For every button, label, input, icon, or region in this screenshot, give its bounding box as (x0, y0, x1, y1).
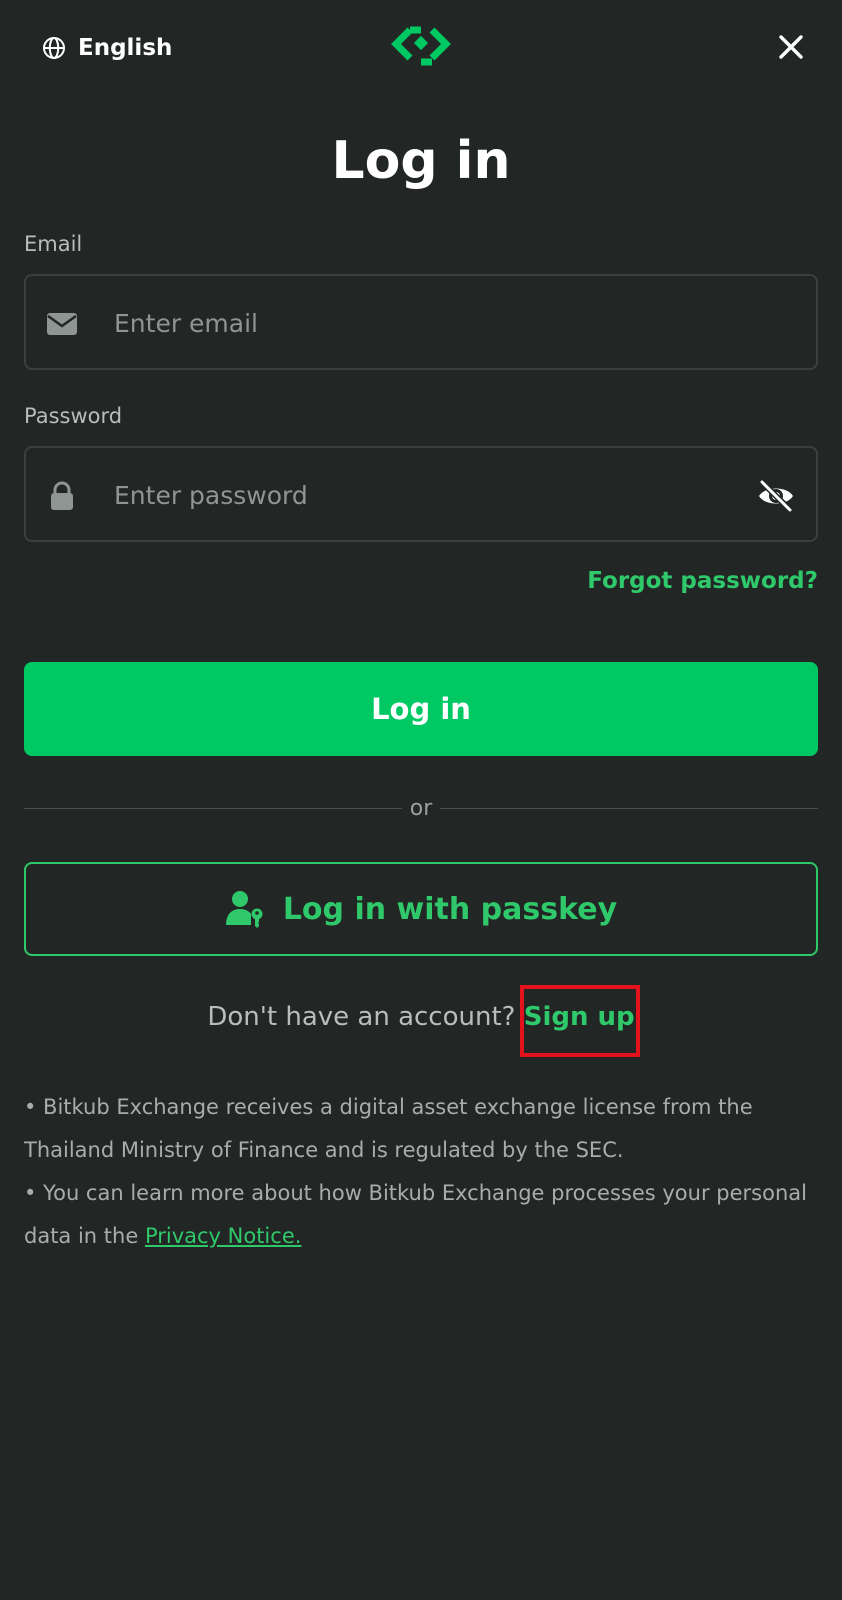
signup-highlight-box (520, 985, 640, 1057)
bitkub-logo-icon (391, 26, 451, 66)
forgot-password-link[interactable]: Forgot password? (587, 568, 818, 594)
signup-prompt: Don't have an account? (207, 1002, 516, 1032)
language-selector[interactable]: English (42, 34, 172, 62)
passkey-button-label: Log in with passkey (282, 891, 618, 927)
close-icon[interactable] (776, 32, 806, 62)
login-button[interactable]: Log in (24, 662, 818, 756)
privacy-notice-link[interactable]: Privacy Notice. (145, 1224, 301, 1248)
user-key-icon (225, 891, 263, 928)
email-input[interactable] (112, 276, 736, 370)
eye-off-icon[interactable] (756, 476, 796, 516)
login-button-label: Log in (371, 692, 471, 726)
privacy-notice-text: • You can learn more about how Bitkub Ex… (24, 1172, 824, 1258)
login-screen: English Log in Email Password (0, 0, 842, 1600)
signup-row: Don't have an account? Sign up (0, 1002, 842, 1032)
page-title: Log in (331, 131, 511, 191)
language-label: English (78, 35, 173, 61)
license-notice: • Bitkub Exchange receives a digital ass… (24, 1095, 753, 1162)
privacy-notice-prefix: • You can learn more about how Bitkub Ex… (24, 1181, 807, 1248)
email-label: Email (24, 232, 83, 256)
lock-icon (51, 481, 73, 510)
login-with-passkey-button[interactable]: Log in with passkey (24, 862, 818, 956)
envelope-icon (47, 313, 77, 335)
password-field-wrapper[interactable] (24, 446, 818, 542)
password-label: Password (24, 404, 123, 428)
legal-notice: • Bitkub Exchange receives a digital ass… (24, 1086, 824, 1258)
globe-icon (43, 37, 65, 59)
email-field-wrapper[interactable] (24, 274, 818, 370)
divider-label: or (409, 796, 433, 821)
password-input[interactable] (112, 448, 736, 542)
